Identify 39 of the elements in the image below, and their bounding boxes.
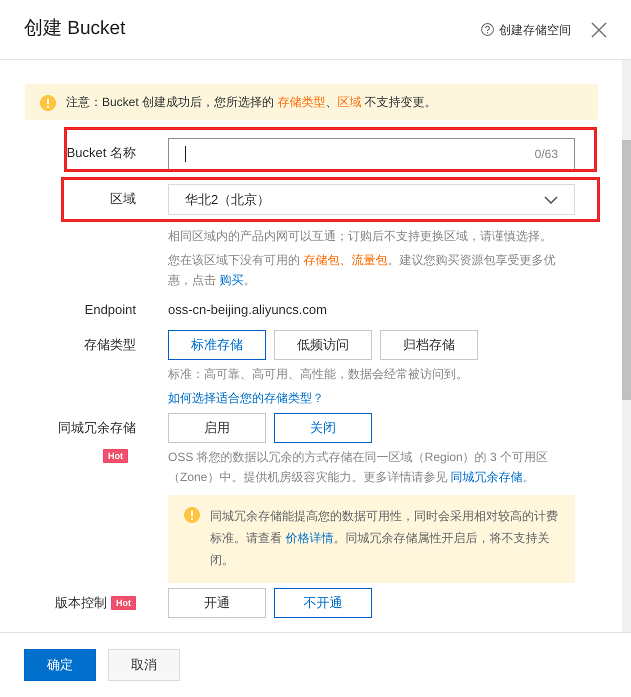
link[interactable]: 购买 [219,273,244,287]
option-button[interactable]: 归档存储 [380,330,478,360]
field-label: 版本控制 [55,594,107,612]
field-label: Endpoint [84,301,136,319]
field-label: 区域 [110,190,136,208]
confirm-button[interactable]: 确定 [24,649,96,681]
help-text: 相同区域内的产品内网可以互通；订购后不支持更换区域，请谨慎选择。 [168,228,553,245]
question-icon [481,23,494,36]
warning-icon [40,95,56,111]
help-link[interactable]: 创建存储空间 [481,20,571,38]
chevron-down-icon [544,196,558,204]
help-text: 您在该区域下没有可用的 存储包、流量包。建议您购买资源包享受更多优惠，点击 购买。 [168,252,556,289]
option-button[interactable]: 不开通 [274,588,372,618]
dialog-title: 创建 Bucket [24,17,126,42]
warning-text: 同城冗余存储能提高您的数据可用性，同时会采用相对较高的计费标准。请查看 价格详情。同城冗余存储属性开启后，将不支持关闭。 [210,508,559,569]
field-label: 同城冗余存储 [58,419,136,437]
option-button[interactable]: 开通 [168,588,266,618]
link[interactable]: 价格详情 [285,531,334,545]
field-label: Bucket 名称 [66,144,136,162]
option-button[interactable]: 关闭 [274,413,372,443]
hot-badge: Hot [111,596,136,610]
notice-text: 注意：Bucket 创建成功后，您所选择的 存储类型、区域 不支持变更。 [66,94,437,111]
help-text: OSS 将您的数据以冗余的方式存储在同一区域（Region）的 3 个可用区（Zone）中。提供机房级容灾能力。更多详情请参见 同城冗余存储。 [168,449,550,486]
field-label: 存储类型 [84,336,136,354]
link[interactable]: 如何选择适合您的存储类型？ [168,391,324,405]
cancel-button[interactable]: 取消 [108,649,180,681]
bucket-name-field[interactable]: 0/63 [168,138,575,169]
option-button[interactable]: 标准存储 [168,330,266,360]
character-counter: 0/63 [534,146,558,163]
help-text: 标准：高可靠、高可用、高性能，数据会经常被访问到。 [168,366,469,383]
hot-badge: Hot [103,449,128,463]
link[interactable]: 同城冗余存储 [450,470,523,484]
warning-icon [184,507,200,523]
option-button[interactable]: 低频访问 [274,330,372,360]
text-cursor [185,146,186,162]
option-button[interactable]: 启用 [168,413,266,443]
region-select[interactable]: 华北2（北京） [168,184,575,215]
close-button[interactable] [591,22,607,38]
endpoint-value: oss-cn-beijing.aliyuncs.com [168,301,327,319]
